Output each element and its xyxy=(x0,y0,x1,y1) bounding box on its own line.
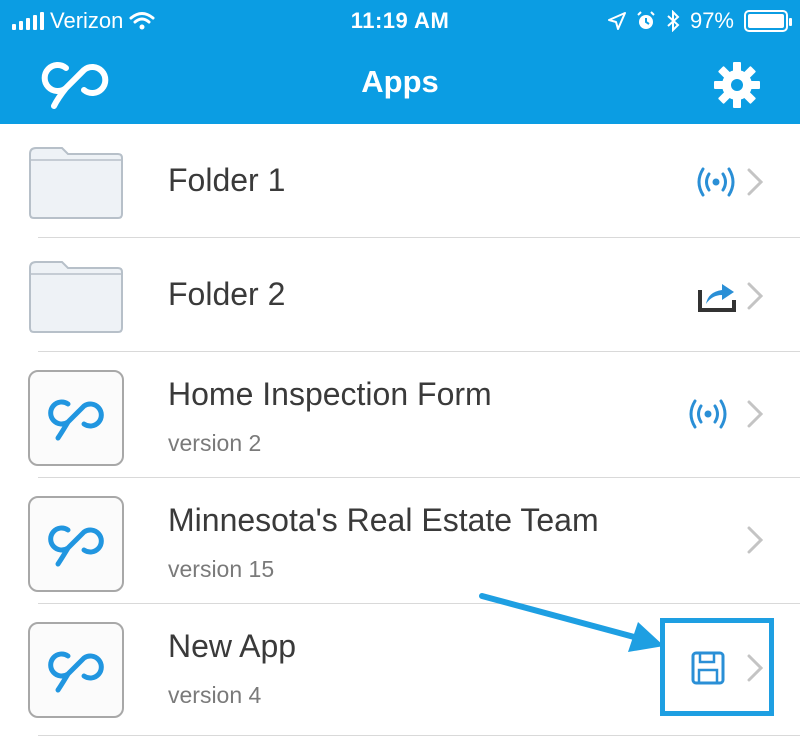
alarm-icon xyxy=(637,11,655,29)
status-bar: Verizon 11:19 AM 97% xyxy=(0,0,800,40)
folder-icon xyxy=(29,147,123,219)
app-thumbnail xyxy=(28,622,124,718)
annotation-arrow xyxy=(479,593,664,652)
page-title: Apps xyxy=(361,64,439,99)
list-item-home-inspection-form[interactable]: Home Inspection Form version 2 xyxy=(0,352,800,478)
go-logo-icon xyxy=(48,651,104,693)
broadcast-icon[interactable] xyxy=(694,164,738,200)
folder-icon xyxy=(29,261,123,333)
broadcast-icon[interactable] xyxy=(686,396,730,432)
nav-bar: Apps xyxy=(0,40,800,124)
chevron-right-icon xyxy=(747,282,764,310)
list-item-folder-1[interactable]: Folder 1 xyxy=(0,124,800,238)
annotation-highlight-box xyxy=(660,618,774,716)
settings-gear-icon[interactable] xyxy=(712,60,762,110)
item-title: New App xyxy=(168,628,297,664)
list-item-minnesota-real-estate-team[interactable]: Minnesota's Real Estate Team version 15 xyxy=(0,478,800,604)
app-thumbnail xyxy=(28,370,124,466)
share-icon[interactable] xyxy=(696,278,740,314)
chevron-right-icon xyxy=(747,526,764,554)
item-title: Folder 2 xyxy=(168,276,286,312)
item-version: version 4 xyxy=(168,682,262,708)
status-right: 97% xyxy=(607,8,792,34)
battery-percent: 97% xyxy=(689,8,734,33)
list-item-folder-2[interactable]: Folder 2 xyxy=(0,238,800,352)
bluetooth-icon xyxy=(667,10,680,32)
item-title: Folder 1 xyxy=(168,162,286,198)
app-thumbnail xyxy=(28,496,124,592)
chevron-right-icon xyxy=(747,168,764,196)
item-version: version 2 xyxy=(168,430,262,456)
item-version: version 15 xyxy=(168,556,275,582)
item-title: Minnesota's Real Estate Team xyxy=(168,502,599,538)
go-logo-icon xyxy=(48,399,104,441)
item-title: Home Inspection Form xyxy=(168,376,492,412)
location-icon xyxy=(607,12,626,30)
app-header: Verizon 11:19 AM 97% Apps xyxy=(0,0,800,124)
battery-icon xyxy=(744,10,792,32)
chevron-right-icon xyxy=(747,400,764,428)
go-logo-icon xyxy=(48,525,104,567)
